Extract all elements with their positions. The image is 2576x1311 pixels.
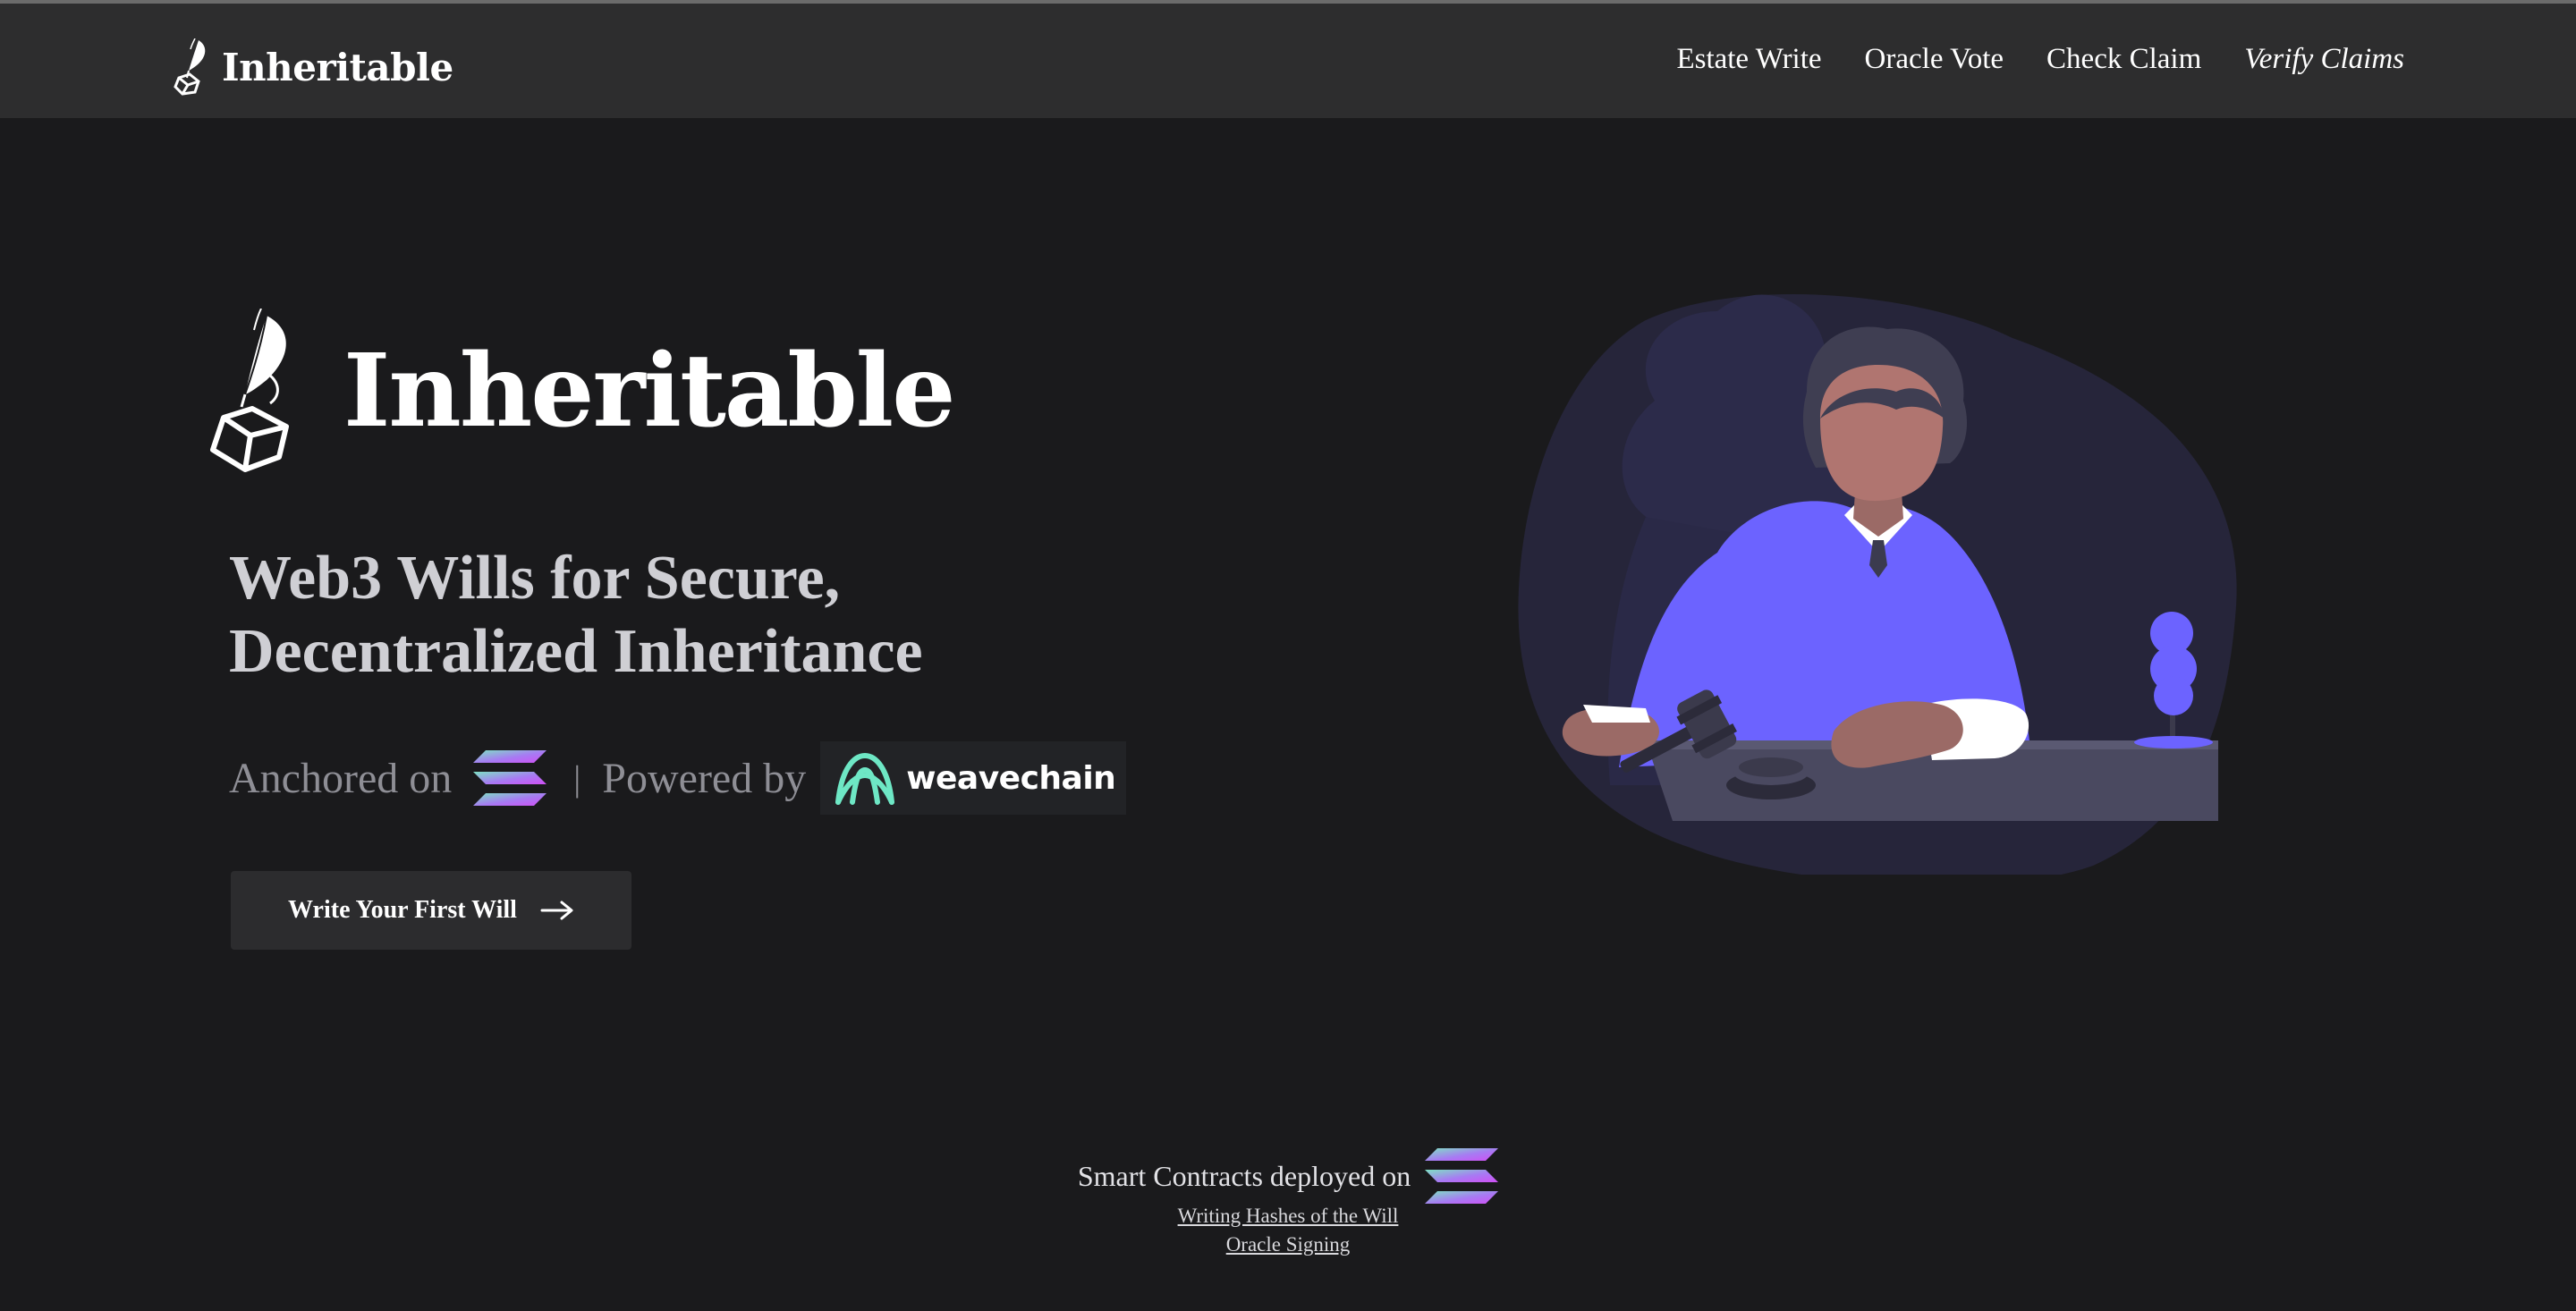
quill-cube-icon xyxy=(210,309,289,472)
weavechain-wordmark: weavechain xyxy=(906,759,1116,797)
arrow-right-icon xyxy=(540,901,573,920)
deployed-line: Smart Contracts deployed on xyxy=(1077,1146,1499,1205)
hero-subtitle-line2: Decentralized Inheritance xyxy=(229,617,923,686)
nav-verify-claims[interactable]: Verify Claims xyxy=(2244,43,2404,76)
anchored-row: Anchored on | Powered by weavechain xyxy=(229,739,1127,817)
solana-logo-icon xyxy=(473,750,547,806)
footer: Smart Contracts deployed on Writing Hash… xyxy=(894,1146,1682,1259)
nav-check-claim[interactable]: Check Claim xyxy=(2046,43,2201,76)
writing-hashes-link[interactable]: Writing Hashes of the Will xyxy=(894,1202,1682,1231)
powered-label: Powered by xyxy=(602,754,807,802)
judge-face xyxy=(1820,365,1944,502)
weavechain-badge[interactable]: weavechain xyxy=(820,741,1127,815)
anchored-label: Anchored on xyxy=(229,754,453,802)
brand-name: Inheritable xyxy=(222,45,453,89)
navbar: Inheritable Estate Write Oracle Vote Che… xyxy=(0,4,2576,118)
deployed-label: Smart Contracts deployed on xyxy=(1077,1159,1411,1192)
cta-label: Write Your First Will xyxy=(288,896,517,924)
write-first-will-button[interactable]: Write Your First Will xyxy=(231,871,631,950)
quill-cube-icon xyxy=(174,38,206,96)
nav-estate-write[interactable]: Estate Write xyxy=(1676,43,1821,76)
judge-at-bench-illustration xyxy=(1518,294,2237,875)
solana-logo-icon xyxy=(1425,1148,1499,1204)
oracle-signing-link[interactable]: Oracle Signing xyxy=(894,1231,1682,1259)
weavechain-logo-icon xyxy=(835,752,895,805)
footer-links: Writing Hashes of the Will Oracle Signin… xyxy=(894,1202,1682,1259)
hero-subtitle: Web3 Wills for Secure, Decentralized Inh… xyxy=(229,542,923,689)
brand-home-link[interactable]: Inheritable xyxy=(172,36,453,98)
main-nav: Estate Write Oracle Vote Check Claim Ver… xyxy=(1676,43,2404,76)
hero-title: Inheritable xyxy=(343,333,955,450)
separator: | xyxy=(573,757,581,799)
nav-oracle-vote[interactable]: Oracle Vote xyxy=(1865,43,2004,76)
hero-subtitle-line1: Web3 Wills for Secure, xyxy=(229,544,841,613)
